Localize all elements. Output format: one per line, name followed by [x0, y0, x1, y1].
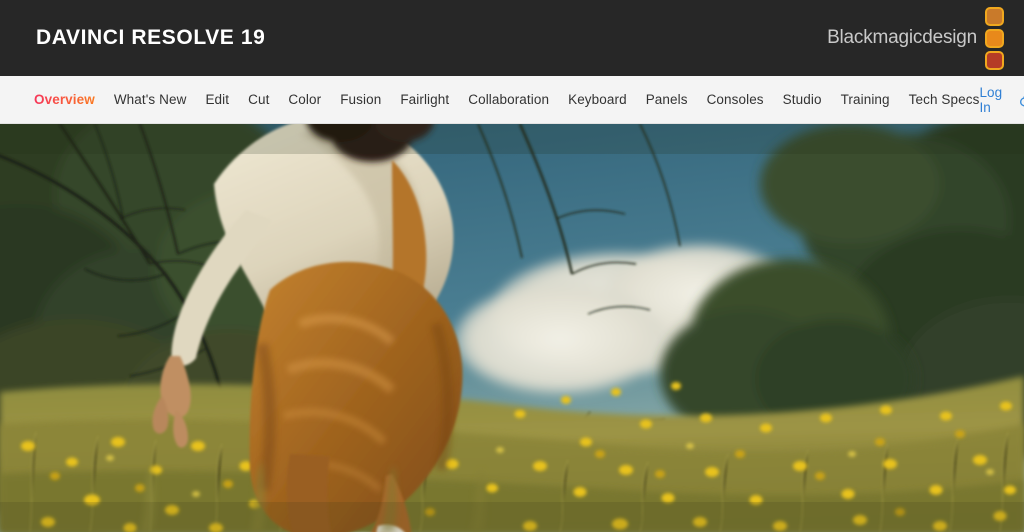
- page-title: DAVINCI RESOLVE 19: [36, 26, 265, 50]
- hero-illustration: [0, 124, 1024, 532]
- cloud-icon: [1019, 90, 1024, 110]
- nav-items-list: Overview What's New Edit Cut Color Fusio…: [34, 93, 979, 107]
- top-header-bar: DAVINCI RESOLVE 19 Blackmagicdesign: [0, 0, 1024, 76]
- log-in-button[interactable]: Log In: [979, 85, 1024, 115]
- brand-name-text: Blackmagicdesign: [827, 27, 977, 49]
- nav-item-tech-specs[interactable]: Tech Specs: [909, 93, 980, 107]
- nav-item-fusion[interactable]: Fusion: [340, 93, 381, 107]
- logo-square-bottom-icon: [985, 51, 1004, 70]
- hero-banner-image[interactable]: [0, 124, 1024, 532]
- log-in-label: Log In: [979, 85, 1011, 115]
- logo-squares-icon: [985, 7, 1004, 70]
- nav-item-fairlight[interactable]: Fairlight: [400, 93, 449, 107]
- main-navigation-bar: Overview What's New Edit Cut Color Fusio…: [0, 76, 1024, 124]
- nav-item-training[interactable]: Training: [841, 93, 890, 107]
- logo-square-middle-icon: [985, 29, 1004, 48]
- nav-item-consoles[interactable]: Consoles: [707, 93, 764, 107]
- blackmagic-design-logo[interactable]: Blackmagicdesign: [827, 7, 1004, 70]
- nav-item-collaboration[interactable]: Collaboration: [468, 93, 549, 107]
- davinci-resolve-page: DAVINCI RESOLVE 19 Blackmagicdesign Over…: [0, 0, 1024, 532]
- nav-item-studio[interactable]: Studio: [783, 93, 822, 107]
- nav-item-whats-new[interactable]: What's New: [114, 93, 187, 107]
- nav-utility-group: Log In: [979, 85, 1024, 115]
- nav-item-cut[interactable]: Cut: [248, 93, 269, 107]
- nav-item-edit[interactable]: Edit: [205, 93, 229, 107]
- nav-item-panels[interactable]: Panels: [646, 93, 688, 107]
- nav-item-color[interactable]: Color: [288, 93, 321, 107]
- nav-item-overview[interactable]: Overview: [34, 93, 95, 107]
- nav-item-keyboard[interactable]: Keyboard: [568, 93, 627, 107]
- logo-square-top-icon: [985, 7, 1004, 26]
